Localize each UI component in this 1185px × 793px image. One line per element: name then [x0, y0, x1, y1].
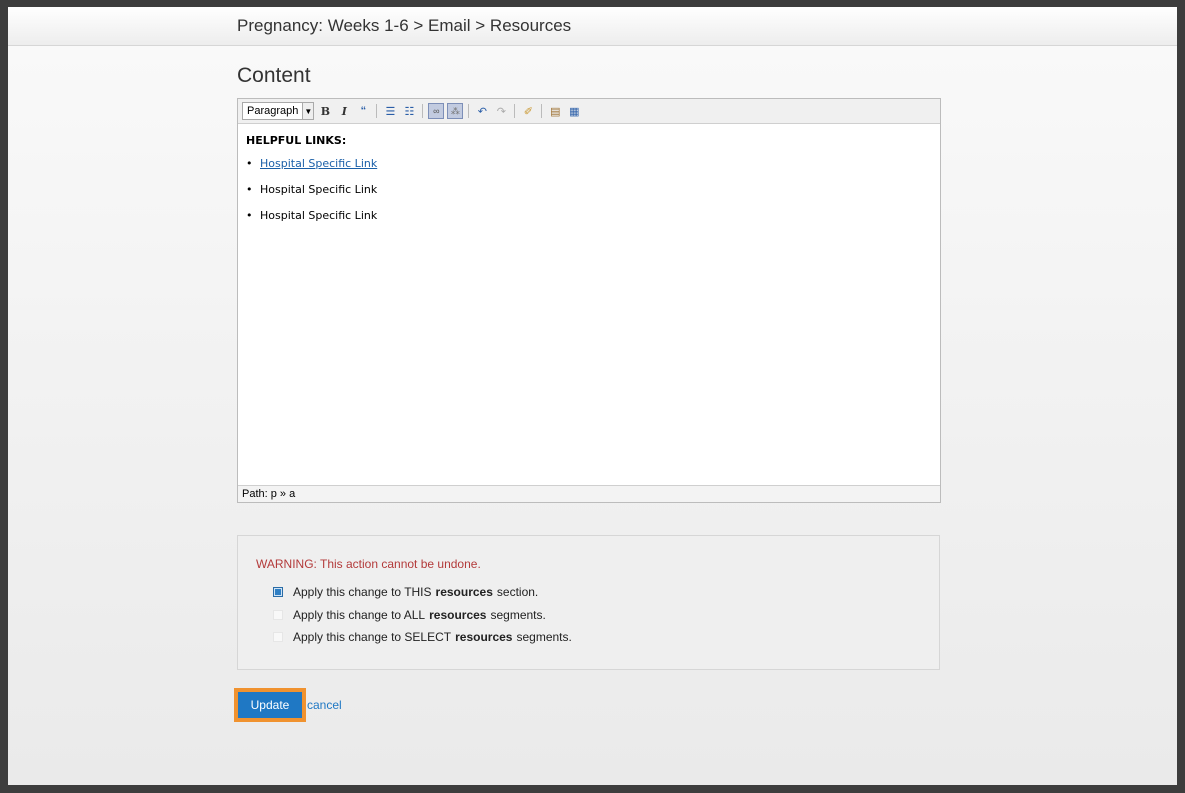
links-heading: HELPFUL LINKS:: [246, 134, 347, 147]
chevron-down-icon: ▼: [302, 103, 314, 119]
update-button[interactable]: Update: [234, 688, 306, 722]
toolbar-divider: [468, 104, 470, 118]
rich-text-editor[interactable]: Paragraph ▼ B I “ ☰ ☷ ∞ ⁂ ↶ ↷ ✐ ▤ ▦ HELP…: [237, 98, 941, 503]
editor-content[interactable]: HELPFUL LINKS: • Hospital Specific Link …: [238, 124, 940, 491]
numbered-list-icon[interactable]: ☷: [401, 103, 417, 119]
editor-path-bar: Path: p » a: [238, 485, 940, 502]
format-select[interactable]: Paragraph ▼: [242, 102, 315, 120]
radio-checked-icon[interactable]: [273, 587, 283, 597]
apply-this-option[interactable]: Apply this change to THIS resources sect…: [273, 585, 538, 599]
bold-icon[interactable]: B: [317, 103, 333, 119]
bullet-list-icon[interactable]: ☰: [382, 103, 398, 119]
apply-options-panel: WARNING: This action cannot be undone. A…: [237, 535, 940, 670]
links-list: • Hospital Specific Link • Hospital Spec…: [246, 157, 932, 222]
paste-word-icon[interactable]: ▦: [566, 103, 582, 119]
unlink-icon[interactable]: ⁂: [447, 103, 464, 119]
warning-message: WARNING: This action cannot be undone.: [256, 557, 481, 571]
radio-unchecked-icon[interactable]: [273, 632, 283, 642]
cancel-link[interactable]: cancel: [307, 698, 342, 712]
redo-icon[interactable]: ↷: [493, 103, 509, 119]
blockquote-icon[interactable]: “: [355, 103, 371, 119]
breadcrumb: Pregnancy: Weeks 1-6 > Email > Resources: [237, 16, 572, 35]
paste-text-icon[interactable]: ▤: [547, 103, 563, 119]
undo-icon[interactable]: ↶: [474, 103, 490, 119]
list-item: • Hospital Specific Link: [246, 157, 378, 170]
toolbar-divider: [541, 104, 543, 118]
link-icon[interactable]: ∞: [428, 103, 445, 119]
hospital-link[interactable]: Hospital Specific Link: [260, 157, 377, 170]
radio-unchecked-icon[interactable]: [273, 610, 283, 620]
italic-icon[interactable]: I: [336, 103, 352, 119]
list-item: • Hospital Specific Link: [246, 209, 378, 222]
toolbar-divider: [514, 104, 516, 118]
list-item: • Hospital Specific Link: [246, 183, 378, 196]
update-button-label: Update: [238, 692, 302, 718]
editor-toolbar: Paragraph ▼ B I “ ☰ ☷ ∞ ⁂ ↶ ↷ ✐ ▤ ▦: [238, 99, 940, 124]
toolbar-divider: [422, 104, 424, 118]
page: Pregnancy: Weeks 1-6 > Email > Resources…: [8, 7, 1177, 785]
cleanup-icon[interactable]: ✐: [520, 103, 536, 119]
section-title: Content: [237, 64, 311, 87]
apply-all-option[interactable]: Apply this change to ALL resources segme…: [273, 608, 546, 622]
header-bar: Pregnancy: Weeks 1-6 > Email > Resources: [8, 7, 1177, 46]
format-select-value: Paragraph: [247, 105, 299, 117]
apply-select-option[interactable]: Apply this change to SELECT resources se…: [273, 630, 572, 644]
toolbar-divider: [376, 104, 378, 118]
list-item-text: Hospital Specific Link: [260, 209, 378, 222]
list-item-text: Hospital Specific Link: [260, 183, 378, 196]
